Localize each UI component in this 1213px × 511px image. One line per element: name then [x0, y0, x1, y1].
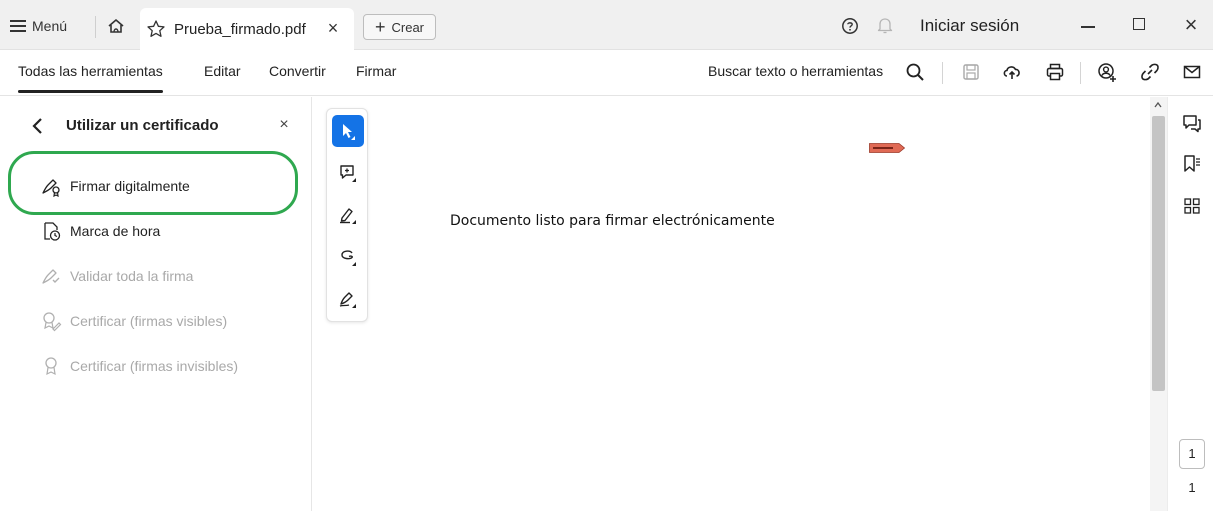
sign-pen-icon	[339, 292, 356, 308]
scroll-up-icon[interactable]	[1153, 100, 1163, 110]
highlight-pen-icon	[340, 208, 356, 224]
document-body-text: Documento listo para firmar electrónicam…	[450, 213, 775, 229]
thumbnails-icon[interactable]	[1181, 195, 1203, 217]
validate-signatures-label: Validar toda la firma	[70, 268, 194, 284]
certify-visible-item[interactable]: Certificar (firmas visibles)	[40, 307, 227, 335]
timestamp-document-icon	[44, 222, 61, 241]
menu-label: Menú	[32, 18, 68, 34]
right-rail: 1 1	[1167, 97, 1213, 511]
digital-signature-icon	[42, 179, 60, 197]
comments-icon[interactable]	[1181, 112, 1203, 134]
notifications-bell-icon[interactable]	[876, 16, 894, 36]
draw-freeform-icon	[341, 250, 356, 266]
current-page-input[interactable]: 1	[1179, 439, 1205, 469]
validate-signatures-item[interactable]: Validar toda la firma	[40, 262, 193, 290]
document-canvas[interactable]: Documento listo para firmar electrónicam…	[313, 97, 1149, 511]
signature-field-tag[interactable]	[869, 143, 905, 153]
print-icon[interactable]	[1044, 61, 1066, 83]
add-comment-tool-button[interactable]	[332, 157, 364, 189]
search-icon[interactable]	[904, 61, 926, 83]
tab-edit[interactable]: Editar	[204, 63, 241, 79]
certify-visible-label: Certificar (firmas visibles)	[70, 313, 228, 329]
select-tool-button[interactable]	[332, 115, 364, 147]
certify-invisible-label: Certificar (firmas invisibles)	[70, 358, 239, 374]
tab-title: Prueba_firmado.pdf	[174, 20, 306, 38]
draw-tool-button[interactable]	[332, 241, 364, 273]
divider	[942, 62, 943, 84]
create-label: Crear	[391, 19, 425, 35]
divider	[95, 16, 96, 38]
timestamp-item[interactable]: Marca de hora	[40, 217, 160, 245]
sign-digitally-label: Firmar digitalmente	[70, 178, 190, 194]
highlight-tool-button[interactable]	[332, 199, 364, 231]
total-pages-label: 1	[1188, 480, 1196, 495]
certify-invisible-item[interactable]: Certificar (firmas invisibles)	[40, 352, 238, 380]
certify-visible-icon	[43, 312, 62, 332]
title-bar: Menú Prueba_firmado.pdf × + Crear Inicia…	[0, 0, 1213, 50]
minimize-icon	[1081, 26, 1095, 28]
close-window-button[interactable]: ×	[1180, 12, 1202, 38]
tab-convert[interactable]: Convertir	[269, 63, 326, 79]
sign-digitally-item[interactable]: Firmar digitalmente	[40, 172, 190, 200]
back-chevron-icon[interactable]	[30, 115, 46, 137]
document-tab[interactable]: Prueba_firmado.pdf ×	[140, 8, 354, 50]
home-icon[interactable]	[106, 16, 126, 36]
timestamp-label: Marca de hora	[70, 223, 161, 239]
share-user-icon[interactable]	[1096, 61, 1118, 83]
certify-invisible-icon	[45, 357, 57, 376]
validate-signature-icon	[42, 269, 60, 284]
tab-all-tools[interactable]: Todas las herramientas	[18, 63, 163, 93]
panel-title: Utilizar un certificado	[66, 117, 219, 134]
save-icon[interactable]	[960, 61, 982, 83]
create-button[interactable]: + Crear	[363, 14, 436, 40]
panel-close-icon[interactable]: ×	[275, 115, 293, 135]
maximize-button[interactable]	[1133, 18, 1145, 30]
scrollbar-thumb[interactable]	[1152, 116, 1165, 391]
bookmarks-icon[interactable]	[1181, 153, 1203, 175]
link-icon[interactable]	[1139, 61, 1161, 83]
tab-close-icon[interactable]: ×	[324, 19, 342, 37]
floating-tools-bar	[326, 108, 368, 322]
plus-icon: +	[374, 17, 386, 37]
hamburger-icon	[10, 20, 26, 32]
select-arrow-icon	[343, 124, 355, 140]
star-icon[interactable]	[146, 19, 166, 39]
cloud-upload-icon[interactable]	[1001, 61, 1023, 83]
help-icon[interactable]	[841, 17, 859, 35]
search-tools-label[interactable]: Buscar texto o herramientas	[708, 63, 883, 79]
menu-button[interactable]: Menú	[10, 15, 67, 37]
main-toolbar: Todas las herramientas Editar Convertir …	[0, 50, 1213, 96]
sign-in-link[interactable]: Iniciar sesión	[920, 16, 1019, 36]
divider	[1080, 62, 1081, 84]
sign-tool-button[interactable]	[332, 283, 364, 315]
add-comment-icon	[340, 165, 356, 182]
certificate-tools-panel: Utilizar un certificado × Firmar digital…	[0, 97, 312, 511]
tab-sign[interactable]: Firmar	[356, 63, 396, 79]
email-icon[interactable]	[1181, 61, 1203, 83]
